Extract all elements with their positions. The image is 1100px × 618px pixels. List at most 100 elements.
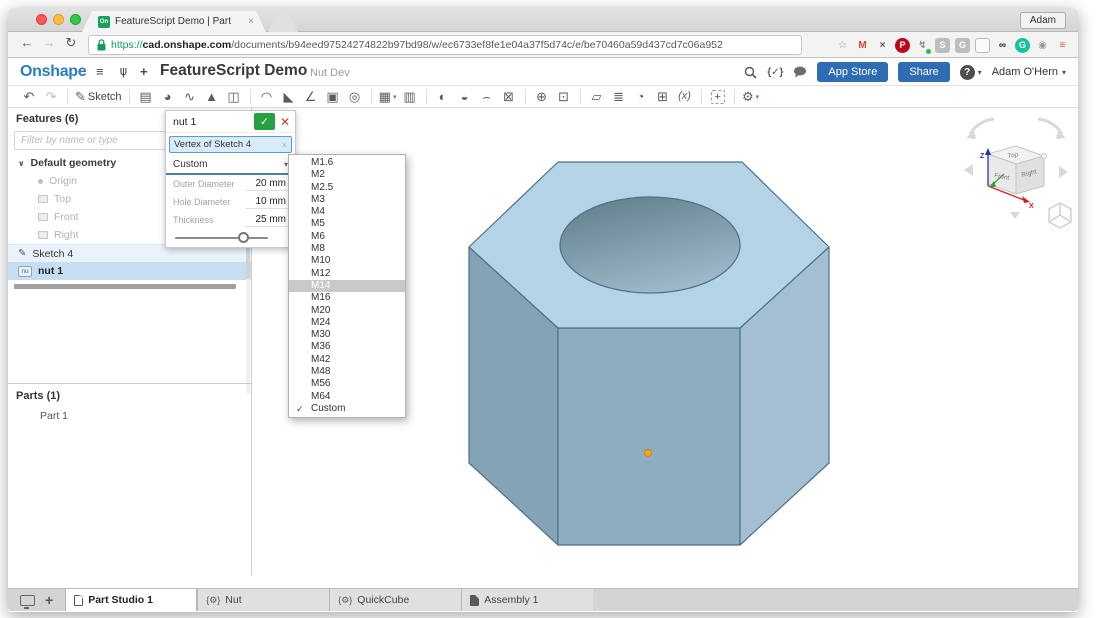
- insert-icon[interactable]: +: [140, 64, 148, 79]
- notes-extension-icon[interactable]: [975, 38, 990, 53]
- replace-face-icon[interactable]: ⊡: [555, 88, 573, 106]
- runner-extension-icon[interactable]: ↯: [915, 38, 930, 53]
- tab-close-icon[interactable]: ×: [248, 16, 254, 27]
- document-menu-icon[interactable]: ≡: [96, 64, 104, 79]
- zoom-window-button[interactable]: [70, 14, 81, 25]
- fillet-icon[interactable]: ◠: [258, 88, 276, 106]
- size-option-m6[interactable]: M6: [289, 231, 405, 243]
- rollback-bar[interactable]: [14, 284, 236, 289]
- redo-icon[interactable]: ↷: [42, 88, 60, 106]
- size-option-m16[interactable]: M16: [289, 292, 405, 304]
- field-value-input[interactable]: 25 mm: [245, 214, 288, 227]
- vertex-marker[interactable]: [645, 450, 652, 457]
- cut-extension-icon[interactable]: ×: [875, 38, 890, 53]
- document-title[interactable]: FeatureScript Demo: [160, 62, 307, 80]
- size-option-m56[interactable]: M56: [289, 378, 405, 390]
- size-option-m20[interactable]: M20: [289, 305, 405, 317]
- user-menu[interactable]: Adam O'Hern ▾: [992, 66, 1066, 78]
- remove-selection-icon[interactable]: ×: [282, 140, 287, 150]
- element-tab-quickcube[interactable]: {⚙}QuickCube: [329, 589, 461, 611]
- plane-icon[interactable]: ▱: [588, 88, 606, 106]
- hex-nut-model[interactable]: [469, 162, 829, 545]
- size-option-m2[interactable]: M2: [289, 169, 405, 181]
- revolve-icon[interactable]: ◕: [159, 88, 177, 106]
- address-bar[interactable]: https://cad.onshape.com/documents/b94eed…: [88, 35, 802, 55]
- accept-button[interactable]: ✓: [254, 113, 275, 130]
- thicken-icon[interactable]: ◫: [225, 88, 243, 106]
- gmail-extension-icon[interactable]: M: [855, 38, 870, 53]
- search-icon[interactable]: [744, 66, 757, 79]
- part-list-item[interactable]: Part 1: [40, 410, 68, 422]
- move-face-icon[interactable]: ⊕: [533, 88, 551, 106]
- new-tab-button[interactable]: [268, 13, 298, 32]
- cancel-button[interactable]: ✕: [278, 115, 292, 129]
- nut-front-face[interactable]: [558, 328, 740, 545]
- bookmark-star-icon[interactable]: ☆: [835, 38, 850, 53]
- delete-face-icon[interactable]: ⊠: [500, 88, 518, 106]
- element-panel-icon[interactable]: [20, 595, 35, 606]
- featurescript-icon[interactable]: ⚙▾: [742, 88, 760, 106]
- workspace-name[interactable]: Nut Dev: [310, 67, 350, 79]
- size-option-m42[interactable]: M42: [289, 354, 405, 366]
- element-tab-part-studio-1[interactable]: Part Studio 1: [65, 589, 197, 611]
- size-option-m30[interactable]: M30: [289, 329, 405, 341]
- size-option-m2-5[interactable]: M2.5: [289, 182, 405, 194]
- pinterest-extension-icon[interactable]: P: [895, 38, 910, 53]
- extrude-icon[interactable]: ▤: [137, 88, 155, 106]
- featurescript-badge-icon[interactable]: {✓}: [767, 67, 783, 78]
- linear-pattern-icon[interactable]: ▦▾: [379, 88, 397, 106]
- feature-tree-item-nut-1[interactable]: nunut 1: [8, 262, 251, 280]
- feature-name-input[interactable]: nut 1: [173, 116, 251, 128]
- size-option-m64[interactable]: M64: [289, 391, 405, 403]
- mate-connector-icon[interactable]: ≣: [610, 88, 628, 106]
- nut-hole[interactable]: [560, 197, 740, 293]
- size-option-m36[interactable]: M36: [289, 341, 405, 353]
- add-element-button[interactable]: +: [45, 592, 53, 608]
- boolean-icon[interactable]: ◐: [434, 88, 452, 106]
- back-button[interactable]: ←: [18, 35, 36, 50]
- chat-icon[interactable]: [793, 66, 807, 78]
- onshape-logo[interactable]: Onshape: [20, 63, 86, 81]
- s-extension-icon[interactable]: S: [935, 38, 950, 53]
- loft-icon[interactable]: ▲: [203, 88, 221, 106]
- field-value-input[interactable]: 10 mm: [245, 196, 288, 209]
- size-option-m8[interactable]: M8: [289, 243, 405, 255]
- minimize-window-button[interactable]: [53, 14, 64, 25]
- app-store-button[interactable]: App Store: [817, 62, 888, 82]
- shell-icon[interactable]: ▣: [324, 88, 342, 106]
- rotate-down-arrow-icon[interactable]: [1010, 212, 1020, 219]
- rotate-left-arrow-icon[interactable]: [964, 164, 973, 176]
- thickness-slider[interactable]: [175, 229, 286, 247]
- isometric-view-icon[interactable]: [1049, 203, 1071, 228]
- slider-handle[interactable]: [238, 232, 249, 243]
- close-window-button[interactable]: [36, 14, 47, 25]
- chamfer-icon[interactable]: ◣: [280, 88, 298, 106]
- share-button[interactable]: Share: [898, 62, 949, 82]
- sketch-button[interactable]: ✎Sketch: [75, 88, 122, 106]
- undo-icon[interactable]: ↶: [20, 88, 38, 106]
- reload-button[interactable]: ↻: [62, 35, 80, 51]
- browser-menu-icon[interactable]: ≡: [1055, 38, 1070, 53]
- size-option-m4[interactable]: M4: [289, 206, 405, 218]
- help-menu[interactable]: ? ▾: [960, 65, 982, 80]
- size-option-m12[interactable]: M12: [289, 268, 405, 280]
- hole-icon[interactable]: ◎: [346, 88, 364, 106]
- chevron-down-icon[interactable]: ▾: [756, 93, 760, 101]
- camera-extension-icon[interactable]: ◉: [1035, 38, 1050, 53]
- variable-icon[interactable]: (x): [676, 88, 694, 106]
- size-option-m1-6[interactable]: M1.6: [289, 157, 405, 169]
- browser-tab[interactable]: On FeatureScript Demo | Part ×: [82, 11, 266, 32]
- size-option-m3[interactable]: M3: [289, 194, 405, 206]
- size-select[interactable]: Custom ▾: [166, 156, 295, 175]
- collapse-caret-icon[interactable]: ∨: [18, 159, 25, 168]
- field-value-input[interactable]: 20 mm: [245, 178, 288, 191]
- modify-fillet-icon[interactable]: ⌢: [478, 88, 496, 106]
- add-custom-feature-icon[interactable]: +: [709, 88, 727, 106]
- glasses-extension-icon[interactable]: ∞: [995, 38, 1010, 53]
- forward-button[interactable]: →: [40, 35, 58, 50]
- view-cube[interactable]: Top Front Right Z X: [964, 119, 1068, 219]
- size-option-custom[interactable]: ✓Custom: [289, 403, 405, 415]
- versions-icon[interactable]: ⋔: [118, 64, 129, 80]
- split-icon[interactable]: ◒: [456, 88, 474, 106]
- element-tab-nut[interactable]: {⚙}Nut: [197, 589, 329, 611]
